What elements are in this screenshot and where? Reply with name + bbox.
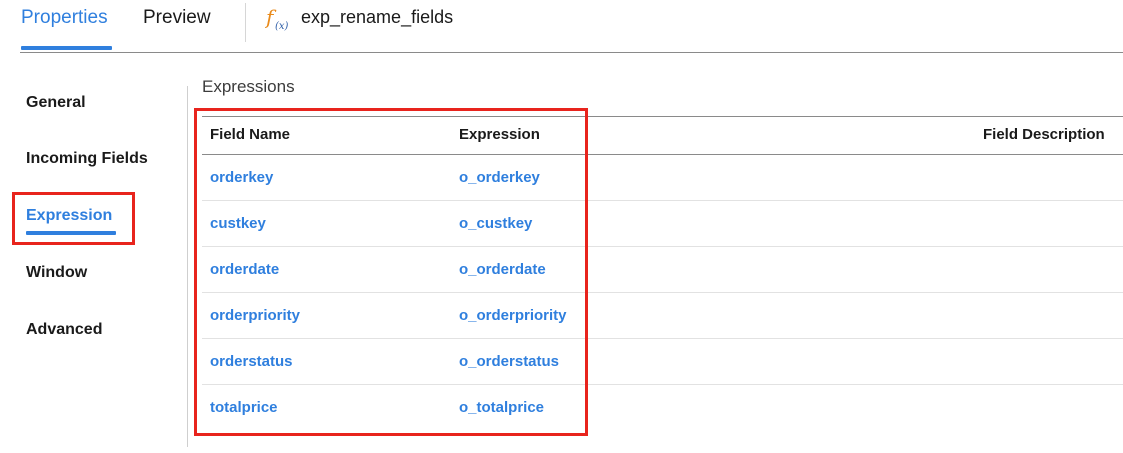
tab-preview[interactable]: Preview <box>143 4 211 32</box>
nav-divider <box>187 86 188 447</box>
nav-highlight-box <box>12 192 135 245</box>
grid-highlight-box <box>194 108 588 436</box>
expression-properties-panel: Properties Preview f (x) exp_rename_fiel… <box>0 0 1123 453</box>
header-divider <box>20 52 1123 53</box>
nav-item-incoming-fields[interactable]: Incoming Fields <box>26 147 148 171</box>
section-title: Expressions <box>202 77 295 96</box>
nav-item-window[interactable]: Window <box>26 261 87 285</box>
transformation-name: exp_rename_fields <box>301 7 454 27</box>
tab-divider <box>245 3 246 42</box>
column-header-field-description[interactable]: Field Description <box>983 123 1105 147</box>
nav-item-general[interactable]: General <box>26 91 86 115</box>
fx-icon: f (x) <box>265 5 289 32</box>
tab-properties[interactable]: Properties <box>21 4 108 32</box>
active-tab-indicator <box>21 46 112 50</box>
svg-text:(x): (x) <box>275 21 289 32</box>
nav-item-advanced[interactable]: Advanced <box>26 318 102 342</box>
